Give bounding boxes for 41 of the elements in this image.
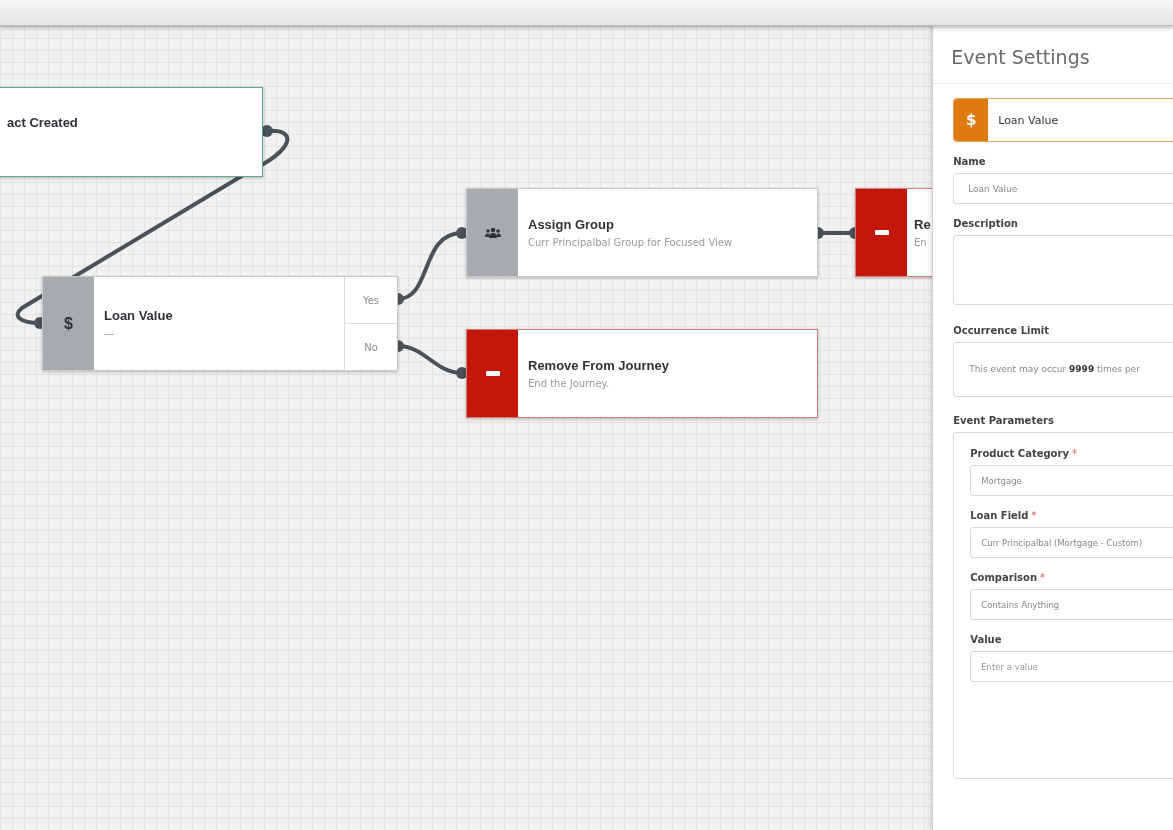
minus-icon	[874, 230, 889, 235]
input-field[interactable]: Curr Principalbal (Mortgage - Custom)	[970, 527, 1173, 558]
node-subtitle: —	[104, 328, 115, 339]
field-label: Occurrence Limit	[953, 325, 1050, 336]
node-title: act Created	[7, 115, 79, 130]
occurrence-text: This event may occur 9999 times per	[969, 364, 1140, 374]
flow-node[interactable]: Assign Group Curr Principalbal Group for Focused View	[466, 188, 818, 277]
flow-node[interactable]: Re En	[855, 188, 933, 277]
field-label: Comparison	[970, 572, 1038, 583]
dollar-icon: $	[64, 314, 73, 333]
description-field[interactable]	[953, 235, 1173, 305]
field-label: Description	[953, 218, 1018, 229]
field-label: Loan Field	[970, 510, 1029, 521]
node-subtitle: En	[914, 237, 928, 248]
node-title: Loan Value	[104, 308, 174, 323]
flow-node[interactable]: $ Loan Value — Yes No	[42, 276, 398, 371]
branch-label: No	[345, 323, 397, 370]
flow-node[interactable]: Remove From Journey End the Journey.	[466, 329, 818, 418]
branch-label: Yes	[361, 293, 381, 308]
panel-title: Event Settings	[933, 26, 1173, 84]
node-title: Assign Group	[528, 217, 615, 232]
input-field[interactable]: Loan Value	[953, 173, 1173, 204]
flow-node[interactable]: act Created	[0, 87, 263, 177]
field-label: Name	[953, 156, 986, 167]
node-title: Re	[914, 217, 932, 232]
field-label: Event Parameters	[953, 415, 1054, 426]
field-label: Value	[970, 634, 1002, 645]
node-subtitle: Curr Principalbal Group for Focused View	[528, 237, 734, 248]
input-field[interactable]: Mortgage	[970, 465, 1173, 496]
group-icon	[484, 226, 501, 239]
node-subtitle: End the Journey.	[528, 378, 611, 389]
input-field[interactable]: Contains Anything	[970, 589, 1173, 620]
minus-icon	[485, 371, 500, 376]
required-mark: *	[1031, 510, 1037, 521]
dollar-icon: $	[966, 111, 977, 129]
required-mark: *	[1071, 448, 1077, 459]
event-name: Loan Value	[998, 113, 1059, 127]
input-field[interactable]: Enter a value	[970, 651, 1173, 682]
required-mark: *	[1040, 572, 1046, 583]
field-label: Product Category	[970, 448, 1069, 459]
node-title: Remove From Journey	[528, 358, 670, 373]
